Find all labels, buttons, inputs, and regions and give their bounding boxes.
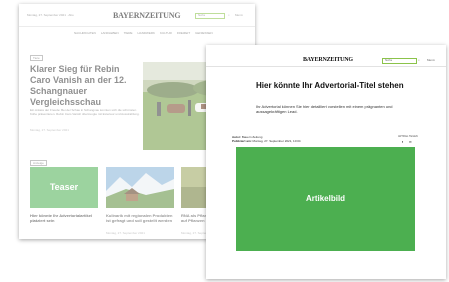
hero-meta: Montag, 27. September 2021 xyxy=(30,128,69,132)
article-lead: Ihr Advertorial können Sie hier detailli… xyxy=(256,104,393,114)
menu-button[interactable]: Menü xyxy=(235,13,243,17)
facebook-icon[interactable]: f xyxy=(402,140,403,144)
article-image-placeholder: Artikelbild xyxy=(236,147,415,251)
publish-date-line: Publiziert am: Montag, 27. September 202… xyxy=(232,139,301,143)
search-icon[interactable]: ⌕ xyxy=(418,58,420,62)
nav-item[interactable]: GENIESSEN xyxy=(195,31,213,35)
search-input[interactable]: Suche xyxy=(382,58,417,64)
masthead-logo[interactable]: BAYERNZEITUNG xyxy=(303,57,353,63)
topbar-date: Montag, 27. September 2021 · Abo xyxy=(27,13,74,17)
nav-item[interactable]: TIERE xyxy=(124,31,133,35)
header-divider xyxy=(19,26,255,27)
hero-headline[interactable]: Klarer Sieg für Rebin Caro Vanish an der… xyxy=(30,64,140,108)
hero-teaser-text: Ein Anlass der Freude: Bei der Schau in … xyxy=(30,108,140,116)
card-image-mountains[interactable] xyxy=(106,167,174,208)
nav-item[interactable]: HANDWERK xyxy=(138,31,156,35)
nav-item[interactable]: LANDLEBEN xyxy=(101,31,119,35)
advertorial-article-preview: BAYERNZEITUNG Suche ⌕ Menü Hier könnte I… xyxy=(206,45,446,279)
nav-item[interactable]: FREIZEIT xyxy=(177,31,190,35)
nav-item[interactable]: NACHRICHTEN xyxy=(74,31,96,35)
card-title[interactable]: Kulinarik mit regionalen Produkten ist g… xyxy=(106,213,174,223)
header-divider xyxy=(206,66,446,67)
masthead-logo[interactable]: BAYERNZEITUNG xyxy=(113,11,181,20)
menu-button[interactable]: Menü xyxy=(427,58,435,62)
search-icon[interactable]: ⌕ xyxy=(228,13,230,17)
teaser-image-placeholder[interactable]: Teaser xyxy=(30,167,98,208)
nav-item[interactable]: KULTUR xyxy=(160,31,172,35)
share-label: ARTIKEL TEILEN xyxy=(398,135,418,138)
card-ad-tag: Anzeige xyxy=(30,160,47,166)
card-title[interactable]: Hier könnte Ihr Advertorialartikel platz… xyxy=(30,213,100,223)
article-tag[interactable]: Tiere xyxy=(30,55,43,61)
search-input[interactable]: Suche xyxy=(195,13,225,19)
card-meta: Montag, 27. September 2021 xyxy=(106,231,145,235)
main-nav: NACHRICHTEN LANDLEBEN TIERE HANDWERK KUL… xyxy=(74,31,213,35)
article-title: Hier könnte Ihr Advertorial-Titel stehen xyxy=(256,81,404,90)
share-icon[interactable]: ✉ xyxy=(409,140,412,144)
